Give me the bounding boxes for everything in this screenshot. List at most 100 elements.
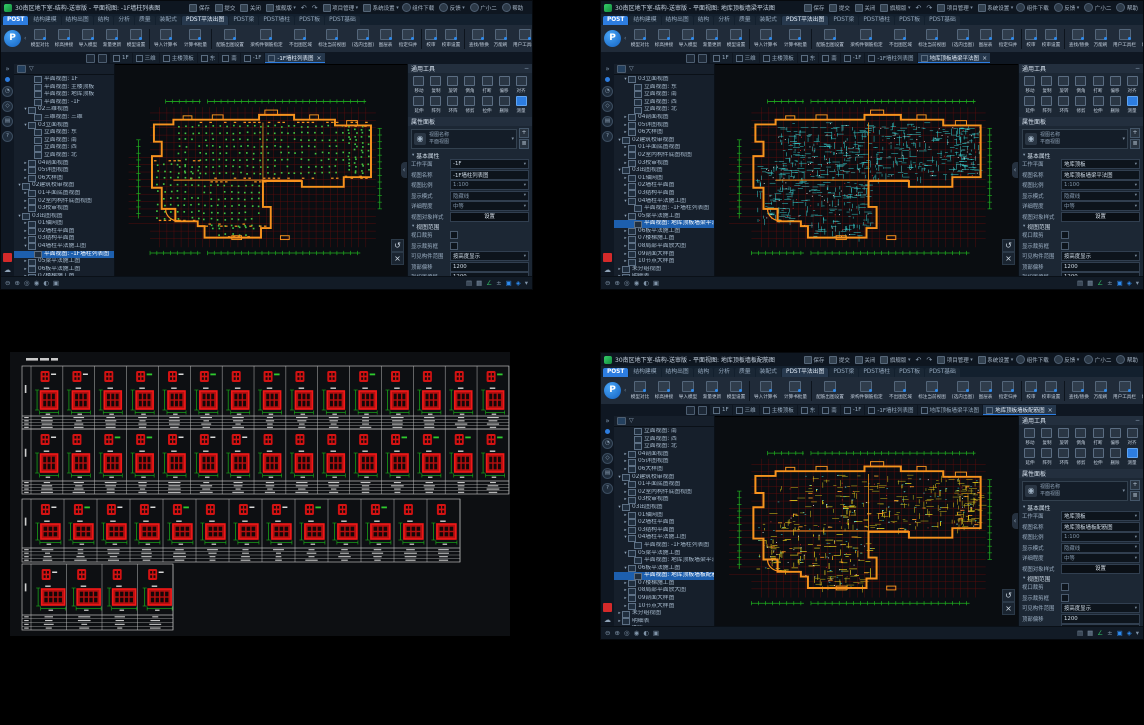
ribbon-button[interactable]: 校审设置 bbox=[1039, 29, 1063, 48]
tree-item[interactable]: ▾05梁平法施工图 bbox=[614, 213, 714, 221]
tree-item[interactable]: ▸01轴网图 bbox=[614, 512, 714, 520]
ribbon-button[interactable]: 模型对比 bbox=[628, 381, 652, 400]
checkbox[interactable] bbox=[1061, 594, 1069, 602]
view-tab[interactable]: -1F墙柱列表图 bbox=[865, 405, 916, 415]
collapse-panel-icon[interactable]: » bbox=[605, 66, 609, 73]
tree-item[interactable]: ▸03结构平面图 bbox=[614, 190, 714, 198]
ribbon-tab-装配式[interactable]: 装配式 bbox=[756, 368, 781, 377]
ribbon-button[interactable]: 图层表 bbox=[976, 29, 995, 48]
ortho-icon[interactable]: ▦ bbox=[476, 278, 482, 288]
add-button[interactable]: + bbox=[1130, 480, 1140, 490]
view-tab[interactable]: 南 bbox=[819, 405, 840, 415]
checkbox[interactable] bbox=[450, 231, 458, 239]
tree-item[interactable]: 立面视图: 东 bbox=[14, 129, 114, 137]
close-view-icon[interactable]: × bbox=[317, 55, 322, 62]
redo-icon[interactable]: ↷ bbox=[926, 4, 932, 12]
ribbon-button[interactable]: 指定归并 bbox=[996, 29, 1020, 48]
drawing-canvas[interactable]: ↺×‹ bbox=[715, 64, 1018, 276]
tool-环阵[interactable]: 环阵 bbox=[444, 96, 461, 114]
checkbox[interactable] bbox=[1061, 231, 1069, 239]
project-manage-menu[interactable]: 项目管理▾ bbox=[937, 356, 973, 364]
chevron-left-icon[interactable]: ‹ bbox=[624, 387, 626, 394]
tree-item[interactable]: ▾03出图视图 bbox=[614, 167, 714, 175]
collapse-panel-icon[interactable]: » bbox=[5, 66, 9, 73]
ribbon-button[interactable]: 用户工具栏 bbox=[510, 29, 532, 48]
select-icon[interactable]: ▣ bbox=[653, 628, 659, 638]
tool-对齐[interactable]: 对齐 bbox=[1124, 76, 1141, 94]
tool-测量[interactable]: 测量 bbox=[1124, 96, 1141, 114]
close-overlay-button[interactable]: × bbox=[1002, 602, 1015, 615]
field-dropdown[interactable]: 中等▾ bbox=[1061, 553, 1140, 563]
reset-view-button[interactable]: ↺ bbox=[1002, 589, 1015, 602]
view-tab[interactable]: 三维 bbox=[733, 53, 759, 63]
tool-延伸[interactable]: 延伸 bbox=[1021, 448, 1038, 466]
edit-list-button[interactable]: ≣ bbox=[1130, 491, 1140, 501]
collapse-section-icon[interactable]: − bbox=[524, 65, 529, 72]
browser-panel-icon[interactable] bbox=[17, 65, 26, 73]
browser-panel-icon[interactable] bbox=[617, 65, 626, 73]
project-manage-menu[interactable]: 项目管理▾ bbox=[323, 4, 359, 12]
tree-item[interactable]: ▸09剖面大样图 bbox=[614, 595, 714, 603]
submit-button[interactable]: 提交 bbox=[829, 356, 850, 364]
view-selector[interactable]: ◉视图名称平面视图▾ bbox=[1022, 481, 1128, 501]
tree-item[interactable]: ▸03结构平面图 bbox=[614, 527, 714, 535]
panel-collapse-handle[interactable]: ‹ bbox=[1012, 162, 1018, 178]
tree-item[interactable]: ▸08局部平面放大图 bbox=[614, 587, 714, 595]
edition-button[interactable]: 旗舰版▾ bbox=[880, 4, 910, 12]
panel-collapse-handle[interactable]: ‹ bbox=[1012, 513, 1018, 529]
tree-item[interactable]: 平面视图: 1F bbox=[14, 76, 114, 84]
drawing-canvas-svg[interactable] bbox=[715, 417, 1018, 626]
ribbon-tab-结构[interactable]: 结构 bbox=[94, 16, 114, 25]
tool-对齐[interactable]: 对齐 bbox=[1124, 428, 1141, 446]
zoom-out-icon[interactable]: ⊖ bbox=[5, 278, 10, 288]
tree-item[interactable]: 平面视图: -1F墙柱列表图 bbox=[14, 251, 114, 259]
submit-button[interactable]: 提交 bbox=[829, 4, 850, 12]
tree-item[interactable]: 立面视图: 东 bbox=[614, 84, 714, 92]
tool-延伸[interactable]: 延伸 bbox=[410, 96, 427, 114]
chevron-left-icon[interactable]: ‹ bbox=[24, 35, 26, 42]
edition-button[interactable]: 旗舰版▾ bbox=[880, 356, 910, 364]
ribbon-button[interactable]: 标注当前视图 bbox=[315, 29, 349, 48]
tree-item[interactable]: ▸04剖面视图 bbox=[14, 160, 114, 168]
tree-item[interactable]: 平面视图: 地库顶板墙板配筋图 bbox=[614, 572, 714, 580]
files-icon[interactable]: ▤ bbox=[602, 116, 613, 127]
tree-item[interactable]: ▸06大样图 bbox=[14, 175, 114, 183]
tree-item[interactable]: 三维视图: 三维 bbox=[14, 114, 114, 122]
tool-修剪[interactable]: 修剪 bbox=[1072, 96, 1089, 114]
recent-icon[interactable]: ◔ bbox=[2, 86, 13, 97]
osnap-icon[interactable]: ± bbox=[496, 278, 501, 288]
tool-旋转[interactable]: 旋转 bbox=[1055, 76, 1072, 94]
snap-grid-icon[interactable]: ▤ bbox=[466, 278, 472, 288]
tree-item[interactable]: ▸01轴网图 bbox=[14, 220, 114, 228]
project-manage-menu[interactable]: 项目管理▾ bbox=[937, 4, 973, 12]
redo-icon[interactable]: ↷ bbox=[926, 356, 932, 364]
ribbon-tab-装配式[interactable]: 装配式 bbox=[156, 16, 181, 25]
view-tab[interactable]: -1F墙柱列表图× bbox=[265, 53, 324, 63]
chevron-left-icon[interactable]: ‹ bbox=[624, 35, 626, 42]
tree-item[interactable]: ▸02墙柱平面图 bbox=[614, 519, 714, 527]
zoom-out-icon[interactable]: ⊖ bbox=[605, 278, 610, 288]
tree-item[interactable]: ▸06大样图 bbox=[614, 466, 714, 474]
tree-item[interactable]: ▸02墙柱平面图 bbox=[14, 228, 114, 236]
ribbon-button[interactable]: 渐量更新 bbox=[100, 29, 124, 48]
more-icon[interactable]: ▾ bbox=[1136, 278, 1139, 288]
eye-icon[interactable]: ◐ bbox=[643, 628, 649, 638]
view-tab[interactable]: -1F墙柱列表图 bbox=[865, 53, 916, 63]
ribbon-tab-PDST板[interactable]: PDST板 bbox=[895, 368, 924, 377]
reset-view-button[interactable]: ↺ bbox=[1002, 239, 1015, 252]
bulb-icon[interactable]: ◉ bbox=[634, 628, 640, 638]
field-input[interactable]: 地库顶板墙梁平法图 bbox=[1061, 170, 1140, 180]
ribbon-tab-PDST梁[interactable]: PDST梁 bbox=[829, 368, 858, 377]
tree-item[interactable]: 平面视图: 地库顶板 bbox=[14, 91, 114, 99]
view-tab[interactable]: 主楼顶板 bbox=[160, 53, 197, 63]
ribbon-button[interactable]: 模型设置 bbox=[724, 29, 748, 48]
recent-icon[interactable]: ◔ bbox=[602, 438, 613, 449]
ribbon-button[interactable]: 不出图区域 bbox=[886, 381, 915, 400]
ribbon-tab-PDST板[interactable]: PDST板 bbox=[295, 16, 324, 25]
tree-item[interactable]: ▾03立面视图 bbox=[14, 122, 114, 130]
ribbon-button[interactable]: 帮助手册 bbox=[1139, 29, 1143, 48]
ribbon-button[interactable]: 万能刷 bbox=[1091, 381, 1110, 400]
help-icon[interactable]: ? bbox=[2, 131, 13, 142]
save-button[interactable]: 保存 bbox=[804, 4, 825, 12]
assistant-button[interactable]: 广小二 bbox=[1084, 355, 1111, 364]
